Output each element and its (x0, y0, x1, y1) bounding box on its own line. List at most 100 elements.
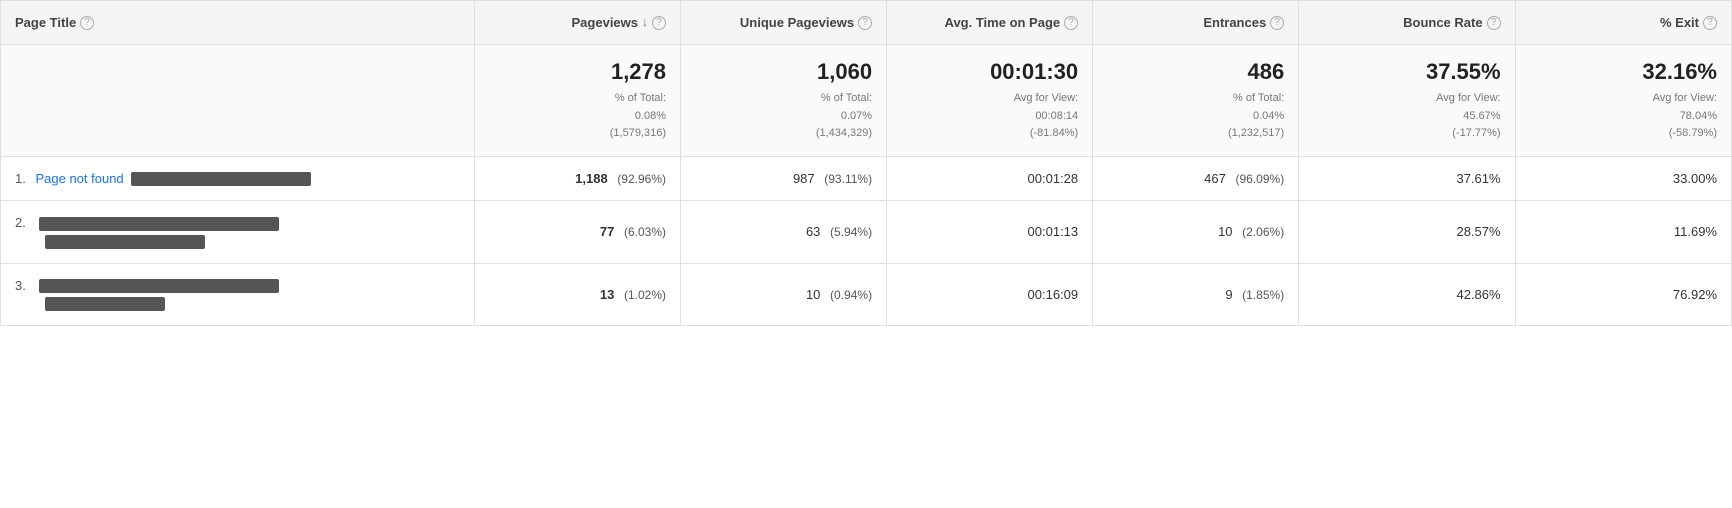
row3-exit-cell: 76.92% (1515, 263, 1731, 326)
row3-entrances-cell: 9 (1.85%) (1093, 263, 1299, 326)
summary-pageviews-main: 1,278 (489, 59, 666, 85)
table-header: Page Title ? Pageviews ↓ ? Unique Pagevi… (1, 1, 1732, 45)
summary-exit-cell: 32.16% Avg for View:78.04%(-58.79%) (1515, 45, 1731, 157)
summary-avg-time-cell: 00:01:30 Avg for View:00:08:14(-81.84%) (887, 45, 1093, 157)
table-row: 2. 77 (6.03%) 63 (5.94%) 00:01:13 10 (2.… (1, 201, 1732, 264)
summary-entrances-sub: % of Total:0.04%(1,232,517) (1228, 92, 1284, 139)
summary-avg-time-main: 00:01:30 (901, 59, 1078, 85)
row3-page-title-cell: 3. (1, 263, 475, 326)
row1-unique-main: 987 (793, 171, 815, 186)
summary-pageviews-cell: 1,278 % of Total:0.08%(1,579,316) (474, 45, 680, 157)
summary-row: 1,278 % of Total:0.08%(1,579,316) 1,060 … (1, 45, 1732, 157)
row1-entrances-main: 467 (1204, 171, 1226, 186)
table-row: 1. Page not found 1,188 (92.96%) 987 (93… (1, 156, 1732, 201)
summary-bounce-rate-cell: 37.55% Avg for View:45.67%(-17.77%) (1299, 45, 1515, 157)
row2-entrances-cell: 10 (2.06%) (1093, 201, 1299, 264)
row3-avg-time: 00:16:09 (1028, 287, 1079, 302)
row1-avg-time: 00:01:28 (1028, 171, 1079, 186)
sort-down-icon[interactable]: ↓ (642, 15, 648, 29)
row2-pageviews-main: 77 (600, 224, 614, 239)
row1-pageviews-pct: (92.96%) (617, 172, 666, 186)
row1-pageviews-cell: 1,188 (92.96%) (474, 156, 680, 201)
row2-exit: 11.69% (1674, 224, 1717, 239)
row1-avg-time-cell: 00:01:28 (887, 156, 1093, 201)
summary-unique-sub: % of Total:0.07%(1,434,329) (816, 92, 872, 139)
row1-redacted-bar (131, 172, 311, 186)
summary-unique-cell: 1,060 % of Total:0.07%(1,434,329) (681, 45, 887, 157)
col-header-entrances: Entrances ? (1093, 1, 1299, 45)
row1-unique-pct: (93.11%) (824, 172, 872, 186)
row1-num: 1. (15, 171, 26, 186)
row3-entrances-main: 9 (1225, 287, 1232, 302)
exit-label: % Exit (1660, 15, 1699, 30)
row3-exit: 76.92% (1673, 287, 1717, 302)
summary-avg-time-sub: Avg for View:00:08:14(-81.84%) (1014, 92, 1078, 139)
entrances-help-icon[interactable]: ? (1270, 16, 1284, 30)
row3-bounce-rate-cell: 42.86% (1299, 263, 1515, 326)
row1-entrances-cell: 467 (96.09%) (1093, 156, 1299, 201)
exit-help-icon[interactable]: ? (1703, 16, 1717, 30)
row2-page-title-cell: 2. (1, 201, 475, 264)
col-header-avg-time: Avg. Time on Page ? (887, 1, 1093, 45)
row3-pageviews-main: 13 (600, 287, 614, 302)
row3-avg-time-cell: 00:16:09 (887, 263, 1093, 326)
row2-pageviews-cell: 77 (6.03%) (474, 201, 680, 264)
row1-entrances-pct: (96.09%) (1236, 172, 1285, 186)
avg-time-label: Avg. Time on Page (945, 15, 1061, 30)
row3-pageviews-pct: (1.02%) (624, 288, 666, 302)
row2-pageviews-pct: (6.03%) (624, 225, 666, 239)
unique-pageviews-help-icon[interactable]: ? (858, 16, 872, 30)
row3-redacted-bar1 (39, 279, 279, 293)
row3-unique-cell: 10 (0.94%) (681, 263, 887, 326)
row3-unique-main: 10 (806, 287, 820, 302)
entrances-label: Entrances (1203, 15, 1266, 30)
bounce-rate-help-icon[interactable]: ? (1487, 16, 1501, 30)
row1-page-link[interactable]: Page not found (35, 171, 123, 186)
row2-num: 2. (15, 215, 26, 230)
avg-time-help-icon[interactable]: ? (1064, 16, 1078, 30)
summary-unique-main: 1,060 (695, 59, 872, 85)
col-header-page-title: Page Title ? (1, 1, 475, 45)
summary-exit-sub: Avg for View:78.04%(-58.79%) (1653, 92, 1717, 139)
row1-bounce-rate: 37.61% (1456, 171, 1500, 186)
row3-unique-pct: (0.94%) (830, 288, 872, 302)
summary-pageviews-sub: % of Total:0.08%(1,579,316) (610, 92, 666, 139)
row2-entrances-pct: (2.06%) (1242, 225, 1284, 239)
summary-exit-main: 32.16% (1530, 59, 1717, 85)
col-header-exit: % Exit ? (1515, 1, 1731, 45)
row3-pageviews-cell: 13 (1.02%) (474, 263, 680, 326)
row2-redacted-bar2 (45, 235, 205, 249)
row2-unique-main: 63 (806, 224, 820, 239)
row2-unique-pct: (5.94%) (830, 225, 872, 239)
page-title-label: Page Title (15, 15, 76, 30)
row1-unique-cell: 987 (93.11%) (681, 156, 887, 201)
row1-page-title-cell: 1. Page not found (1, 156, 475, 201)
row3-entrances-pct: (1.85%) (1242, 288, 1284, 302)
pageviews-help-icon[interactable]: ? (652, 16, 666, 30)
row3-redacted-bar2 (45, 297, 165, 311)
row3-num: 3. (15, 278, 26, 293)
row1-exit-cell: 33.00% (1515, 156, 1731, 201)
summary-entrances-cell: 486 % of Total:0.04%(1,232,517) (1093, 45, 1299, 157)
summary-bounce-rate-sub: Avg for View:45.67%(-17.77%) (1436, 92, 1500, 139)
row2-bounce-rate: 28.57% (1456, 224, 1500, 239)
row2-avg-time-cell: 00:01:13 (887, 201, 1093, 264)
row2-redacted-bar1 (39, 217, 279, 231)
row2-avg-time: 00:01:13 (1028, 224, 1079, 239)
bounce-rate-label: Bounce Rate (1403, 15, 1482, 30)
row1-exit: 33.00% (1673, 171, 1717, 186)
table-row: 3. 13 (1.02%) 10 (0.94%) 00:16:09 9 (1.8… (1, 263, 1732, 326)
col-header-bounce-rate: Bounce Rate ? (1299, 1, 1515, 45)
row2-bounce-rate-cell: 28.57% (1299, 201, 1515, 264)
summary-entrances-main: 486 (1107, 59, 1284, 85)
row2-entrances-main: 10 (1218, 224, 1232, 239)
summary-page-title-cell (1, 45, 475, 157)
row3-bounce-rate: 42.86% (1456, 287, 1500, 302)
col-header-pageviews: Pageviews ↓ ? (474, 1, 680, 45)
row1-bounce-rate-cell: 37.61% (1299, 156, 1515, 201)
pageviews-label: Pageviews (572, 15, 639, 30)
row2-exit-cell: 11.69% (1515, 201, 1731, 264)
row2-unique-cell: 63 (5.94%) (681, 201, 887, 264)
page-title-help-icon[interactable]: ? (80, 16, 94, 30)
row1-pageviews-main: 1,188 (575, 171, 608, 186)
